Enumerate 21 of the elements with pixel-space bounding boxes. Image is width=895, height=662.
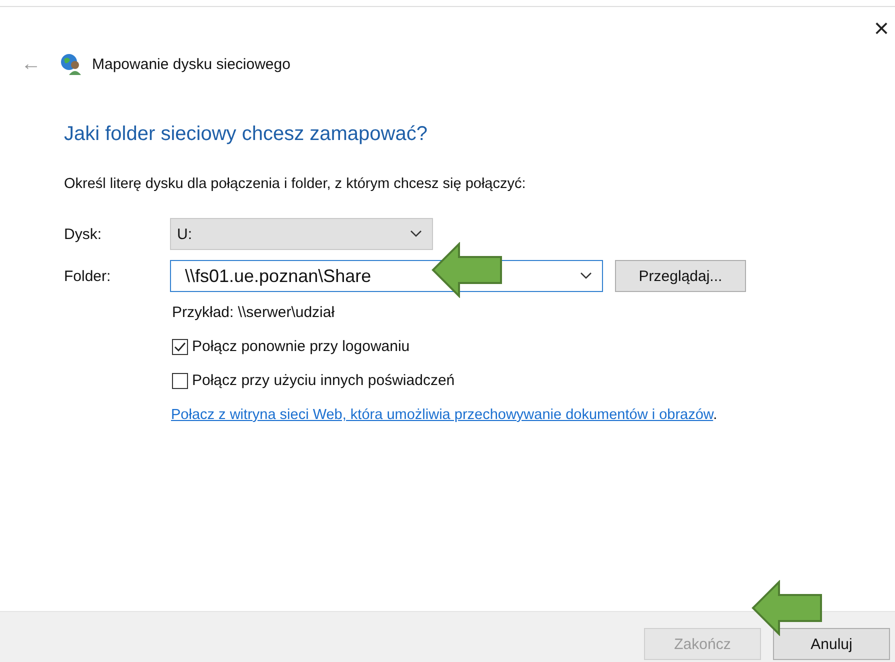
cancel-button[interactable]: Anuluj	[773, 628, 890, 660]
drive-dropdown[interactable]: U:	[170, 218, 433, 250]
description: Określ literę dysku dla połączenia i folder, z którym chcesz się połączyć:	[64, 176, 527, 192]
arrow-annotation	[431, 242, 503, 298]
drive-label: Dysk:	[64, 226, 102, 242]
folder-label: Folder:	[64, 268, 112, 284]
period-text: .	[713, 407, 718, 423]
close-button[interactable]: ×	[874, 7, 895, 41]
chevron-down-icon	[580, 272, 592, 280]
checkbox-label: Połącz ponownie przy logowaniu	[192, 338, 410, 355]
checkbox[interactable]	[172, 372, 188, 388]
checkbox[interactable]	[172, 338, 188, 354]
heading: Jaki folder sieciowy chcesz zamapować?	[64, 123, 428, 146]
chevron-down-icon	[410, 230, 422, 238]
browse-button[interactable]: Przeglądaj...	[615, 260, 746, 292]
web-link[interactable]: Połacz z witryna sieci Web, która umożliwia przechowywanie dokumentów i obrazów	[171, 407, 714, 423]
network-drive-icon	[60, 53, 82, 75]
example-text: Przykład: \\serwer\udział	[172, 304, 336, 321]
checkbox-label: Połącz przy użyciu innych poświadczeń	[192, 372, 455, 389]
window-title: Mapowanie dysku sieciowego	[92, 56, 290, 72]
arrow-annotation	[751, 580, 823, 636]
